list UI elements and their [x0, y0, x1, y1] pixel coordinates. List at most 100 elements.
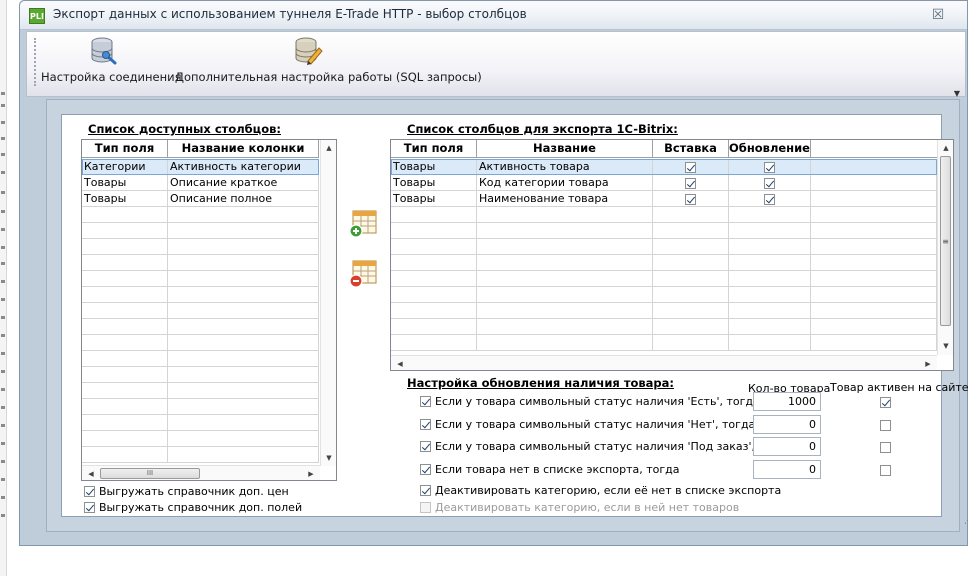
name-cell — [477, 207, 653, 223]
add-column-button[interactable] — [348, 209, 378, 239]
connection-settings-button[interactable]: Настройка соединения — [41, 34, 182, 86]
insert-checkbox[interactable] — [685, 161, 696, 173]
product-active-toggle[interactable] — [880, 440, 891, 453]
export-vertical-scrollbar[interactable]: ▲ ≡ ▼ — [937, 140, 953, 355]
table-row[interactable] — [391, 319, 937, 335]
table-row[interactable] — [391, 303, 937, 319]
table-row[interactable] — [82, 255, 319, 271]
available-vertical-scrollbar[interactable]: ▲ ▼ — [320, 140, 336, 466]
close-button[interactable]: ☒ — [930, 7, 946, 23]
product-active-toggle[interactable] — [880, 418, 891, 431]
product-active-checkbox[interactable] — [880, 396, 891, 408]
stock-status-checkbox[interactable] — [420, 441, 431, 452]
scroll-up-arrow-icon[interactable]: ▲ — [939, 142, 953, 154]
stock-status-option[interactable]: Если у товара символьный статус наличия … — [420, 395, 760, 408]
table-row[interactable] — [82, 367, 319, 383]
deactivate-missing-checkbox[interactable] — [420, 485, 431, 496]
column-name-cell: Активность категории — [168, 159, 319, 175]
remove-column-button[interactable] — [348, 259, 378, 289]
vertical-scroll-thumb[interactable]: ≡ — [940, 156, 951, 326]
export-fields-checkbox[interactable] — [84, 502, 95, 513]
product-active-toggle[interactable] — [880, 463, 891, 476]
table-row[interactable]: Категории Активность категории — [82, 159, 319, 175]
column-header-field-type[interactable]: Тип поля — [391, 140, 477, 158]
update-checkbox[interactable] — [764, 161, 775, 173]
quantity-input[interactable]: 0 — [753, 437, 821, 456]
table-row[interactable] — [82, 383, 319, 399]
table-row[interactable] — [82, 335, 319, 351]
export-fields-option[interactable]: Выгружать справочник доп. полей — [84, 501, 302, 514]
stock-status-checkbox[interactable] — [420, 419, 431, 430]
stock-status-option[interactable]: Если товара нет в списке экспорта, тогда — [420, 463, 679, 476]
table-row[interactable] — [82, 399, 319, 415]
insert-checkbox[interactable] — [685, 177, 696, 189]
column-name-cell — [168, 287, 319, 303]
export-prices-option[interactable]: Выгружать справочник доп. цен — [84, 485, 289, 498]
stock-status-option[interactable]: Если у товара символьный статус наличия … — [420, 440, 792, 453]
deactivate-empty-label: Деактивировать категорию, если в ней нет… — [435, 501, 740, 514]
scroll-down-arrow-icon[interactable]: ▼ — [322, 452, 336, 464]
product-active-toggle[interactable] — [880, 395, 891, 408]
table-row[interactable] — [82, 319, 319, 335]
stock-status-option[interactable]: Если у товара символьный статус наличия … — [420, 418, 755, 431]
quantity-input[interactable]: 1000 — [753, 392, 821, 411]
quantity-input[interactable]: 0 — [753, 415, 821, 434]
table-row[interactable]: Товары Описание полное — [82, 191, 319, 207]
table-row[interactable]: Товары Активность товара — [391, 159, 937, 175]
scroll-up-arrow-icon[interactable]: ▲ — [322, 142, 336, 154]
table-row[interactable] — [391, 239, 937, 255]
table-row[interactable] — [391, 223, 937, 239]
column-header-column-name[interactable]: Название колонки — [168, 140, 319, 158]
table-row[interactable] — [82, 303, 319, 319]
table-row[interactable]: Товары Код категории товара — [391, 175, 937, 191]
table-row[interactable] — [391, 255, 937, 271]
table-row[interactable] — [82, 239, 319, 255]
table-row[interactable] — [391, 287, 937, 303]
toolbar-overflow-button[interactable]: ▼ — [952, 89, 962, 98]
table-row[interactable] — [82, 415, 319, 431]
insert-checkbox[interactable] — [685, 193, 696, 205]
table-row[interactable] — [82, 271, 319, 287]
table-row[interactable] — [82, 447, 319, 463]
deactivate-missing-option[interactable]: Деактивировать категорию, если её нет в … — [420, 484, 781, 497]
table-row[interactable]: Товары Описание краткое — [82, 175, 319, 191]
column-header-insert[interactable]: Вставка — [653, 140, 729, 158]
stock-status-checkbox[interactable] — [420, 396, 431, 407]
table-row[interactable] — [82, 223, 319, 239]
scroll-left-arrow-icon[interactable]: ◀ — [393, 358, 407, 370]
table-row[interactable] — [391, 271, 937, 287]
column-header-name[interactable]: Название — [477, 140, 653, 158]
table-row[interactable] — [82, 431, 319, 447]
stock-status-checkbox[interactable] — [420, 464, 431, 475]
table-row[interactable] — [82, 351, 319, 367]
available-horizontal-scrollbar[interactable]: ◀ III ▶ — [82, 465, 320, 480]
resize-grip[interactable]: ⋰ — [964, 517, 968, 525]
toolbar-grip[interactable] — [34, 38, 37, 86]
scroll-right-arrow-icon[interactable]: ▶ — [304, 468, 318, 480]
table-row[interactable] — [82, 287, 319, 303]
export-columns-grid[interactable]: Тип поля Название Вставка Обновление Тов… — [390, 139, 954, 371]
table-row[interactable] — [391, 207, 937, 223]
update-checkbox[interactable] — [764, 177, 775, 189]
product-active-checkbox[interactable] — [880, 464, 891, 476]
available-columns-grid[interactable]: Тип поля Название колонки Категории Актив… — [81, 139, 337, 481]
table-row[interactable]: Товары Наименование товара — [391, 191, 937, 207]
product-active-checkbox[interactable] — [880, 419, 891, 431]
column-header-field-type[interactable]: Тип поля — [82, 140, 168, 158]
column-header-update[interactable]: Обновление — [729, 140, 811, 158]
update-checkbox[interactable] — [764, 193, 775, 205]
quantity-input[interactable]: 0 — [753, 460, 821, 479]
table-row[interactable] — [391, 335, 937, 351]
export-prices-checkbox[interactable] — [84, 486, 95, 497]
scroll-left-arrow-icon[interactable]: ◀ — [84, 468, 98, 480]
scroll-down-arrow-icon[interactable]: ▼ — [939, 340, 953, 352]
deactivate-empty-option[interactable]: Деактивировать категорию, если в ней нет… — [420, 501, 739, 514]
title-bar[interactable]: PLI Экспорт данных с использованием тунн… — [20, 1, 967, 30]
sql-settings-button[interactable]: Дополнительная настройка работы (SQL зап… — [175, 34, 482, 86]
deactivate-empty-checkbox[interactable] — [420, 502, 431, 513]
table-row[interactable] — [82, 207, 319, 223]
horizontal-scroll-thumb[interactable]: III — [100, 468, 200, 479]
scroll-right-arrow-icon[interactable]: ▶ — [921, 358, 935, 370]
product-active-checkbox[interactable] — [880, 441, 891, 453]
export-horizontal-scrollbar[interactable]: ◀ ▶ — [391, 355, 937, 370]
